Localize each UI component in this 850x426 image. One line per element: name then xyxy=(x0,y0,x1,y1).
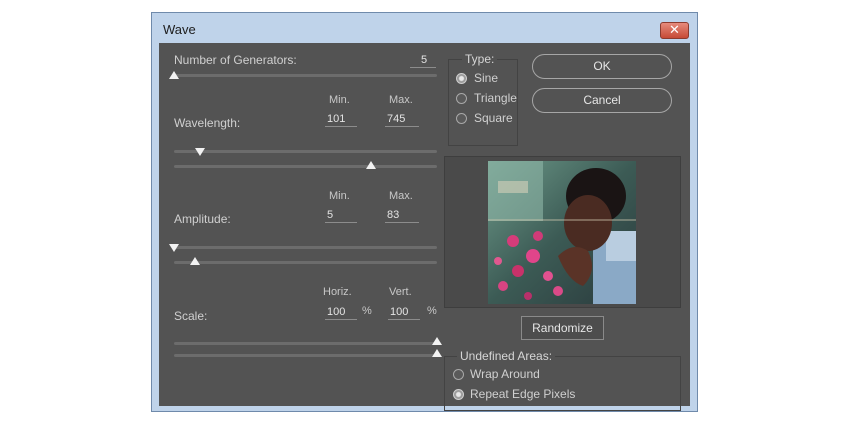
amplitude-max-label: Max. xyxy=(389,190,413,202)
undefined-areas-title: Undefined Areas: xyxy=(457,349,556,363)
wavelength-min-label: Min. xyxy=(329,94,350,106)
scale-horiz-unit: % xyxy=(362,305,372,317)
wavelength-max-slider-track[interactable] xyxy=(174,165,437,168)
wrap-around-label[interactable]: Wrap Around xyxy=(470,367,540,381)
type-sine-radio[interactable] xyxy=(456,73,467,84)
scale-horiz-input[interactable]: 100 xyxy=(325,305,357,320)
scale-vert-slider-thumb[interactable] xyxy=(432,349,442,357)
preview-photo-icon xyxy=(488,161,636,304)
type-triangle-radio[interactable] xyxy=(456,93,467,104)
type-sine-label[interactable]: Sine xyxy=(474,71,498,85)
wavelength-min-input[interactable]: 101 xyxy=(325,112,357,127)
type-group-title: Type: xyxy=(462,52,498,66)
wavelength-label: Wavelength: xyxy=(174,116,241,130)
repeat-edge-pixels-radio[interactable] xyxy=(453,389,464,400)
scale-horiz-slider-thumb[interactable] xyxy=(432,337,442,345)
generators-slider-track[interactable] xyxy=(174,74,437,77)
close-button[interactable]: ✕ xyxy=(660,22,689,39)
scale-vert-unit: % xyxy=(427,305,437,317)
amplitude-min-input[interactable]: 5 xyxy=(325,208,357,223)
dialog-body: Number of Generators: 5 Min. Max. Wavele… xyxy=(159,43,690,411)
scale-horiz-slider-track[interactable] xyxy=(174,342,437,345)
amplitude-label: Amplitude: xyxy=(174,212,231,226)
scale-vert-input[interactable]: 100 xyxy=(388,305,420,320)
wavelength-min-slider-track[interactable] xyxy=(174,150,437,153)
generators-input[interactable]: 5 xyxy=(410,53,436,68)
wavelength-max-slider-thumb[interactable] xyxy=(366,161,377,169)
wavelength-min-slider-thumb[interactable] xyxy=(195,148,206,156)
wavelength-max-label: Max. xyxy=(389,94,413,106)
scale-label: Scale: xyxy=(174,309,208,323)
scale-horiz-label: Horiz. xyxy=(323,286,352,298)
scale-vert-slider-track[interactable] xyxy=(174,354,437,357)
undefined-areas-group xyxy=(444,356,681,411)
generators-label: Number of Generators: xyxy=(174,53,297,67)
ok-button[interactable]: OK xyxy=(532,54,672,79)
title-bar[interactable]: Wave ✕ xyxy=(152,13,697,43)
amplitude-max-slider-track[interactable] xyxy=(174,261,437,264)
scale-vert-label: Vert. xyxy=(389,286,412,298)
repeat-edge-pixels-label[interactable]: Repeat Edge Pixels xyxy=(470,387,575,401)
wave-dialog: Wave ✕ Number of Generators: 5 Min. Max.… xyxy=(151,12,698,412)
randomize-button[interactable]: Randomize xyxy=(521,316,604,340)
type-square-label[interactable]: Square xyxy=(474,111,513,125)
amplitude-max-input[interactable]: 83 xyxy=(385,208,419,223)
amplitude-min-label: Min. xyxy=(329,190,350,202)
amplitude-min-slider-thumb[interactable] xyxy=(169,244,179,252)
wavelength-max-input[interactable]: 745 xyxy=(385,112,419,127)
cancel-button[interactable]: Cancel xyxy=(532,88,672,113)
type-triangle-label[interactable]: Triangle xyxy=(474,91,517,105)
amplitude-min-slider-track[interactable] xyxy=(174,246,437,249)
dialog-title: Wave xyxy=(163,22,196,37)
preview-area[interactable] xyxy=(444,156,681,308)
wrap-around-radio[interactable] xyxy=(453,369,464,380)
amplitude-max-slider-thumb[interactable] xyxy=(190,257,201,265)
type-square-radio[interactable] xyxy=(456,113,467,124)
preview-image xyxy=(488,161,636,304)
generators-slider-thumb[interactable] xyxy=(169,71,179,79)
